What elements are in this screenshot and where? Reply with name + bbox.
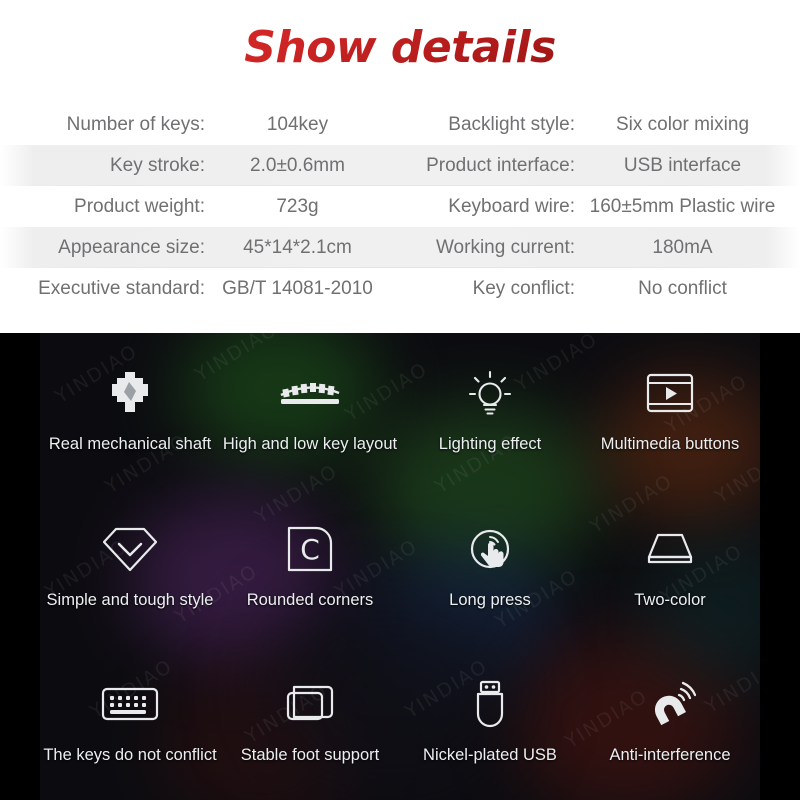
spec-value: USB interface xyxy=(623,154,742,176)
feature-grid: Real mechanical shaft High and low key l… xyxy=(40,333,760,800)
svg-text:C: C xyxy=(300,533,320,566)
spec-cell-right: Product interface: USB interface xyxy=(390,155,790,177)
spec-cell-right: Backlight style: Six color mixing xyxy=(390,114,790,136)
feature-label: Rounded corners xyxy=(246,590,374,609)
spec-label: Number of keys: xyxy=(66,113,205,135)
spec-label: Product weight: xyxy=(74,195,205,217)
spec-cell-left: Executive standard: GB/T 14081-2010 xyxy=(0,278,390,300)
table-row: Number of keys: 104key Backlight style: … xyxy=(0,104,800,145)
feature-label: Simple and tough style xyxy=(46,590,214,609)
table-row: Key stroke: 2.0±0.6mm Product interface:… xyxy=(0,145,800,191)
table-row: Appearance size: 45*14*2.1cm Working cur… xyxy=(0,227,800,273)
spec-cell-left: Key stroke: 2.0±0.6mm xyxy=(0,155,390,177)
spec-label: Key conflict: xyxy=(472,277,575,299)
feature-item-real-mechanical-shaft[interactable]: Real mechanical shaft xyxy=(40,333,220,489)
feature-item-stable-foot-support[interactable]: Stable foot support xyxy=(220,644,400,800)
table-row: Product weight: 723g Keyboard wire: 160±… xyxy=(0,186,800,227)
feature-item-simple-and-tough-style[interactable]: Simple and tough style xyxy=(40,489,220,645)
keycap-icon xyxy=(641,521,699,577)
feature-label: Long press xyxy=(449,590,531,609)
spec-cell-left: Appearance size: 45*14*2.1cm xyxy=(0,237,390,259)
page-title: Show details xyxy=(0,22,800,73)
spec-label: Appearance size: xyxy=(58,236,205,258)
feature-item-long-press[interactable]: Long press xyxy=(400,489,580,645)
feature-label: Real mechanical shaft xyxy=(48,435,212,453)
keyboard-icon xyxy=(101,676,159,732)
feature-item-lighting-effect[interactable]: Lighting effect xyxy=(400,333,580,489)
spec-value: 160±5mm Plastic wire xyxy=(589,195,776,217)
spec-value: 45*14*2.1cm xyxy=(243,236,352,258)
feature-item-nickel-plated-usb[interactable]: Nickel-plated USB xyxy=(400,644,580,800)
table-row: Executive standard: GB/T 14081-2010 Key … xyxy=(0,268,800,309)
foot-support-icon xyxy=(284,676,336,732)
key-layout-icon xyxy=(279,365,341,421)
spec-value: GB/T 14081-2010 xyxy=(222,277,373,299)
feature-item-keys-do-not-conflict[interactable]: The keys do not conflict xyxy=(40,644,220,800)
spec-cell-right: Key conflict: No conflict xyxy=(390,278,790,300)
feature-label: Two-color xyxy=(634,590,706,609)
specifications-section: Show details Number of keys: 104key Back… xyxy=(0,0,800,333)
mechanical-switch-icon xyxy=(108,365,152,421)
spec-value: 2.0±0.6mm xyxy=(250,154,345,176)
spec-value: No conflict xyxy=(638,277,727,299)
feature-label: Multimedia buttons xyxy=(600,435,740,453)
spec-cell-right: Working current: 180mA xyxy=(390,237,790,259)
feature-label: Nickel-plated USB xyxy=(423,746,557,765)
spec-cell-left: Product weight: 723g xyxy=(0,196,390,218)
feature-item-high-and-low-key-layout[interactable]: High and low key layout xyxy=(220,333,400,489)
feature-item-rounded-corners[interactable]: C Rounded corners xyxy=(220,489,400,645)
spec-label: Working current: xyxy=(435,236,575,258)
spec-value: 104key xyxy=(266,113,329,135)
spec-value: 723g xyxy=(276,195,319,217)
spec-label: Executive standard: xyxy=(38,277,205,299)
diamond-check-icon xyxy=(103,521,157,577)
feature-label: Lighting effect xyxy=(438,435,542,453)
feature-item-anti-interference[interactable]: Anti-interference xyxy=(580,644,760,800)
magnet-signal-icon xyxy=(644,676,696,732)
feature-label: Anti-interference xyxy=(609,746,731,765)
feature-item-multimedia-buttons[interactable]: Multimedia buttons xyxy=(580,333,760,489)
spec-label: Backlight style: xyxy=(448,113,575,135)
spec-cell-left: Number of keys: 104key xyxy=(0,114,390,136)
feature-item-two-color[interactable]: Two-color xyxy=(580,489,760,645)
feature-label: Stable foot support xyxy=(240,746,380,765)
lightbulb-icon xyxy=(466,365,514,421)
spec-label: Product interface: xyxy=(426,154,575,176)
specification-table: Number of keys: 104key Backlight style: … xyxy=(0,104,800,309)
features-section: YINDIAO YINDIAO YINDIAO YINDIAO YINDIAO … xyxy=(0,333,800,800)
feature-label: High and low key layout xyxy=(222,435,398,453)
spec-value: 180mA xyxy=(652,236,713,258)
media-player-icon xyxy=(646,365,694,421)
touch-hand-icon xyxy=(466,521,514,577)
usb-drive-icon xyxy=(471,676,509,732)
spec-label: Keyboard wire: xyxy=(448,195,575,217)
spec-value: Six color mixing xyxy=(615,113,750,135)
rounded-corner-icon: C xyxy=(286,521,334,577)
spec-cell-right: Keyboard wire: 160±5mm Plastic wire xyxy=(390,196,790,218)
feature-label: The keys do not conflict xyxy=(43,746,217,765)
spec-label: Key stroke: xyxy=(109,154,205,176)
